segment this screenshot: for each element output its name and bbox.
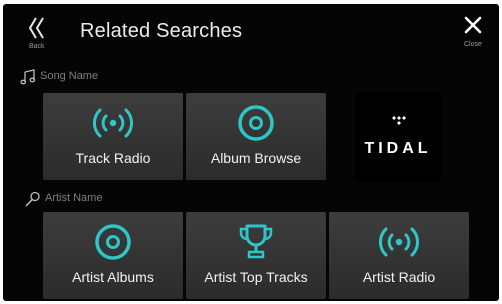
radio-broadcast-icon — [93, 108, 133, 138]
artist-radio-label: Artist Radio — [362, 269, 436, 285]
artist-name-label: Artist Name — [45, 192, 103, 204]
disc-icon — [238, 105, 274, 141]
close-label: Close — [464, 41, 482, 48]
tidal-logo-button[interactable]: TIDAL — [355, 92, 441, 182]
track-radio-label: Track Radio — [75, 150, 151, 166]
close-button[interactable]: Close — [451, 12, 491, 56]
music-note-icon — [20, 69, 36, 85]
trophy-icon — [239, 224, 273, 259]
related-searches-screen: Back Related Searches Close Song Name Tr… — [3, 4, 499, 301]
back-button[interactable]: Back — [17, 14, 57, 54]
album-browse-tile[interactable]: Album Browse — [186, 93, 326, 180]
album-browse-label: Album Browse — [210, 150, 302, 166]
tidal-wordmark: TIDAL — [364, 140, 432, 157]
disc-icon — [95, 224, 131, 260]
tidal-logo-icon — [392, 116, 406, 125]
artist-albums-tile[interactable]: Artist Albums — [43, 212, 183, 299]
microphone-icon — [25, 191, 40, 207]
radio-broadcast-icon — [379, 227, 419, 257]
song-name-label: Song Name — [40, 70, 99, 82]
back-label: Back — [29, 43, 45, 50]
page-title: Related Searches — [80, 20, 243, 42]
artist-top-tracks-tile[interactable]: Artist Top Tracks — [186, 212, 326, 299]
artist-name-header: Artist Name — [25, 191, 185, 207]
artist-albums-label: Artist Albums — [72, 269, 154, 285]
close-icon — [464, 16, 482, 34]
track-radio-tile[interactable]: Track Radio — [43, 93, 183, 180]
artist-top-tracks-label: Artist Top Tracks — [204, 269, 308, 285]
song-name-header: Song Name — [20, 69, 180, 85]
double-chevron-left-icon — [28, 17, 44, 39]
artist-radio-tile[interactable]: Artist Radio — [329, 212, 469, 299]
